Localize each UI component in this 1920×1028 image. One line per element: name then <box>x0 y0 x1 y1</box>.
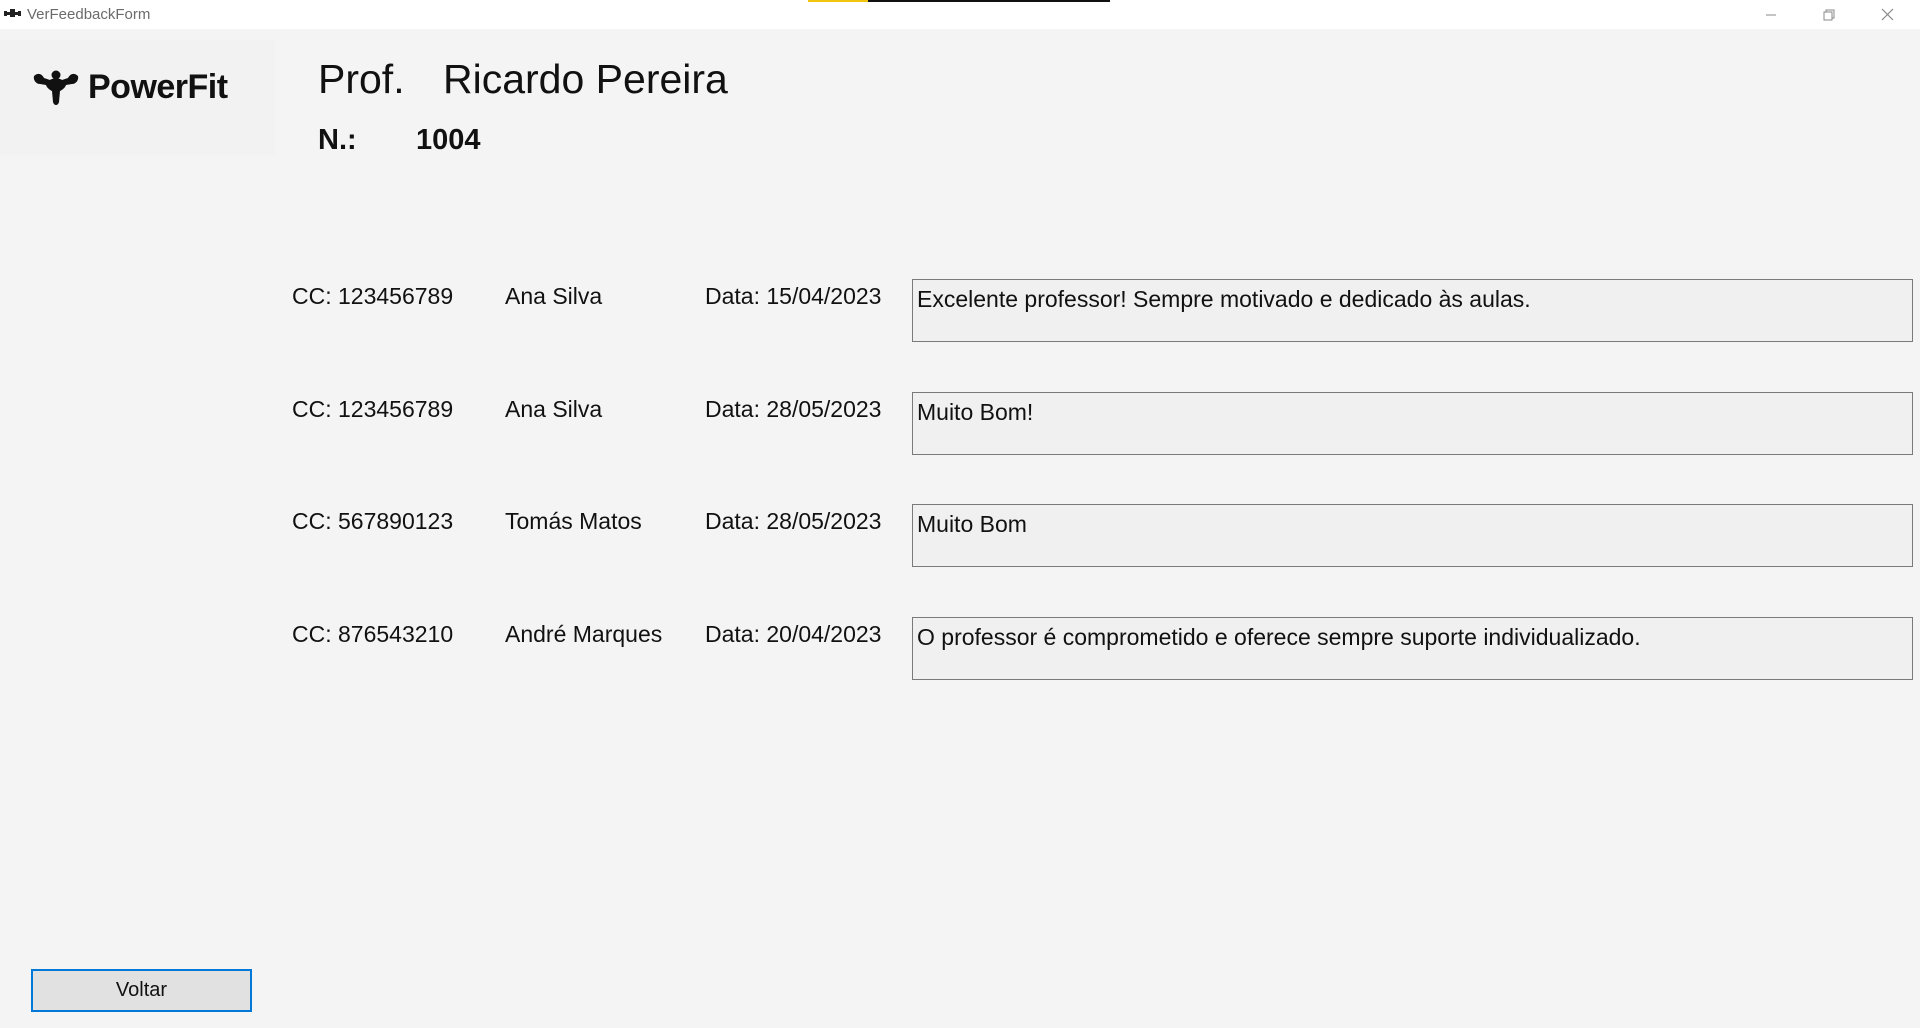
feedback-row: CC: 123456789 Ana Silva Data: 28/05/2023… <box>0 392 1920 466</box>
number-label: N.: <box>318 124 357 156</box>
feedback-cc: CC: 567890123 <box>292 508 454 534</box>
prof-name: Ricardo Pereira <box>443 56 728 102</box>
minimize-button[interactable] <box>1742 0 1800 29</box>
muscle-icon <box>33 70 79 105</box>
close-icon <box>1881 8 1893 21</box>
feedback-row: CC: 123456789 Ana Silva Data: 15/04/2023… <box>0 279 1920 353</box>
restore-icon <box>1823 9 1835 20</box>
feedback-text-box[interactable]: Excelente professor! Sempre motivado e d… <box>912 279 1913 342</box>
feedback-cc: CC: 123456789 <box>292 396 454 422</box>
logo: PowerFit <box>0 40 275 155</box>
back-button[interactable]: Voltar <box>31 969 252 1012</box>
feedback-date: Data: 28/05/2023 <box>705 508 882 534</box>
feedback-text-box[interactable]: O professor é comprometido e oferece sem… <box>912 617 1913 680</box>
feedback-date: Data: 15/04/2023 <box>705 283 882 309</box>
feedback-author: Tomás Matos <box>505 508 642 534</box>
feedback-cc: CC: 876543210 <box>292 621 454 647</box>
app-icon <box>4 9 21 17</box>
feedback-author: Ana Silva <box>505 396 603 422</box>
feedback-date: Data: 28/05/2023 <box>705 396 882 422</box>
feedback-author: André Marques <box>505 621 663 647</box>
minimize-icon <box>1766 14 1776 15</box>
window-title: VerFeedbackForm <box>27 6 151 23</box>
close-button[interactable] <box>1858 0 1916 29</box>
restore-button[interactable] <box>1800 0 1858 29</box>
feedback-row: CC: 876543210 André Marques Data: 20/04/… <box>0 617 1920 691</box>
ver-feedback-window: VerFeedbackForm PowerFit Prof. Ricardo P… <box>0 0 1920 1028</box>
logo-text: PowerFit <box>88 68 228 106</box>
title-progress-bar <box>808 0 1110 2</box>
feedback-author: Ana Silva <box>505 283 603 309</box>
feedback-text-box[interactable]: Muito Bom <box>912 504 1913 567</box>
feedback-date: Data: 20/04/2023 <box>705 621 882 647</box>
feedback-cc: CC: 123456789 <box>292 283 454 309</box>
feedback-row: CC: 567890123 Tomás Matos Data: 28/05/20… <box>0 504 1920 578</box>
feedback-text-box[interactable]: Muito Bom! <box>912 392 1913 455</box>
number-value: 1004 <box>416 124 481 156</box>
prof-label: Prof. <box>318 56 405 102</box>
title-bar: VerFeedbackForm <box>0 0 1920 29</box>
